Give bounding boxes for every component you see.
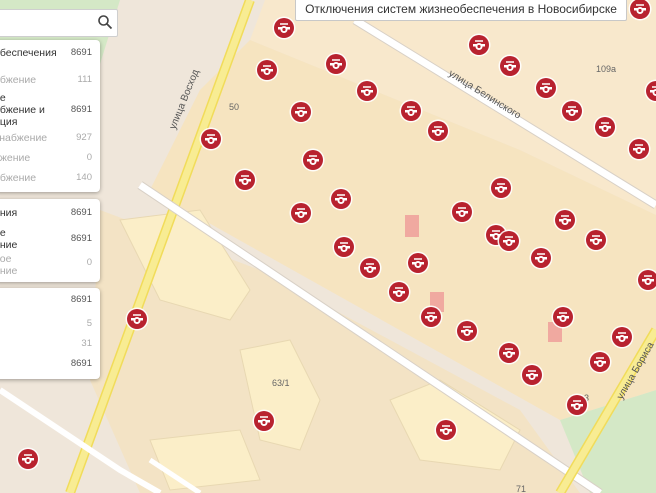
outage-marker-icon[interactable]	[489, 176, 513, 200]
filter-panel-2: ения 8691 ое ение 8691 ное 0 ение	[0, 199, 100, 282]
filter-row[interactable]: бжение 0	[0, 152, 100, 164]
outage-marker-icon[interactable]	[534, 76, 558, 100]
outage-marker-icon[interactable]	[497, 341, 521, 365]
outage-marker-icon[interactable]	[426, 119, 450, 143]
outage-marker-icon[interactable]	[324, 52, 348, 76]
filter-row[interactable]: ение 8691	[0, 233, 100, 251]
search-input[interactable]	[0, 9, 118, 37]
outage-marker-icon[interactable]	[289, 100, 313, 124]
outage-marker-icon[interactable]	[467, 33, 491, 57]
filter-row[interactable]: ное 0	[0, 253, 100, 268]
filter-row[interactable]: ация	[0, 116, 100, 128]
outage-marker-icon[interactable]	[358, 256, 382, 280]
filter-panel-3: 8691 е 5 е 31 е 8691	[0, 288, 100, 379]
outage-marker-icon[interactable]	[565, 393, 589, 417]
outage-marker-icon[interactable]	[399, 99, 423, 123]
outage-marker-icon[interactable]	[450, 200, 474, 224]
outage-marker-icon[interactable]	[419, 305, 443, 329]
outage-marker-icon[interactable]	[16, 447, 40, 471]
outage-marker-icon[interactable]	[627, 137, 651, 161]
outage-marker-icon[interactable]	[255, 58, 279, 82]
outage-marker-icon[interactable]	[498, 54, 522, 78]
filter-row[interactable]: снабжение 927	[0, 132, 100, 144]
filter-row[interactable]: е 5	[0, 318, 100, 330]
building-number: 109а	[596, 64, 616, 74]
outage-marker-icon[interactable]	[387, 280, 411, 304]
filter-panel-1: обеспечения 8691 абжение 111 ое абжение …	[0, 40, 100, 192]
outage-marker-icon[interactable]	[199, 127, 223, 151]
outage-marker-icon[interactable]	[355, 79, 379, 103]
building-number: 63/1	[272, 378, 290, 388]
outage-marker-icon[interactable]	[329, 187, 353, 211]
outage-marker-icon[interactable]	[610, 325, 634, 349]
outage-marker-icon[interactable]	[289, 201, 313, 225]
outage-marker-icon[interactable]	[497, 229, 521, 253]
outage-marker-icon[interactable]	[584, 228, 608, 252]
outage-marker-icon[interactable]	[551, 305, 575, 329]
building-number: 50	[229, 102, 239, 112]
outage-marker-icon[interactable]	[529, 246, 553, 270]
filter-row[interactable]: ение	[0, 265, 100, 277]
filter-row[interactable]: обеспечения 8691	[0, 47, 100, 61]
filter-row[interactable]: 8691	[0, 294, 100, 306]
filter-row[interactable]: е 8691	[0, 358, 100, 370]
filter-row[interactable]: абжение 111	[0, 74, 100, 86]
search-icon[interactable]	[97, 14, 113, 30]
filter-row[interactable]: е 31	[0, 338, 100, 350]
outage-marker-icon[interactable]	[272, 16, 296, 40]
outage-marker-icon[interactable]	[332, 235, 356, 259]
building	[405, 215, 419, 237]
outage-marker-icon[interactable]	[125, 307, 149, 331]
outage-marker-icon[interactable]	[560, 99, 584, 123]
filter-row[interactable]: абжение 140	[0, 172, 100, 184]
filter-row[interactable]: ения 8691	[0, 207, 100, 219]
filter-row[interactable]: абжение и 8691	[0, 104, 100, 116]
page-title: Отключения систем жизнеобеспечения в Нов…	[295, 0, 627, 21]
outage-marker-icon[interactable]	[553, 208, 577, 232]
outage-marker-icon[interactable]	[301, 148, 325, 172]
outage-marker-icon[interactable]	[406, 251, 430, 275]
outage-marker-icon[interactable]	[455, 319, 479, 343]
outage-marker-icon[interactable]	[593, 115, 617, 139]
outage-marker-icon[interactable]	[434, 418, 458, 442]
outage-marker-icon[interactable]	[233, 168, 257, 192]
building-number: 71	[516, 484, 526, 493]
outage-marker-icon[interactable]	[520, 363, 544, 387]
building	[149, 429, 261, 491]
outage-marker-icon[interactable]	[252, 409, 276, 433]
outage-marker-icon[interactable]	[588, 350, 612, 374]
filter-row[interactable]: ое	[0, 92, 100, 104]
